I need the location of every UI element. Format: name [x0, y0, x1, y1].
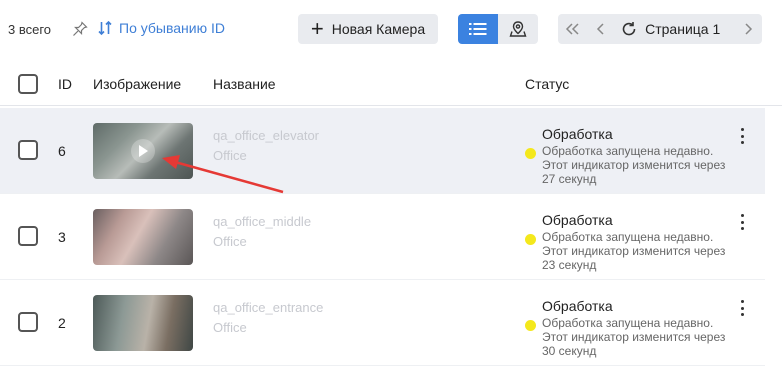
new-camera-label: Новая Камера	[331, 21, 426, 37]
status-title: Обработка	[542, 212, 613, 228]
camera-name[interactable]: qa_office_entrance	[213, 300, 323, 315]
row-id: 6	[58, 143, 66, 159]
map-view-button[interactable]	[498, 14, 538, 44]
list-view-icon	[469, 23, 487, 35]
status-title: Обработка	[542, 126, 613, 142]
status-description: Обработка запущена недавно. Этот индикат…	[542, 316, 726, 358]
camera-location: Office	[213, 320, 247, 335]
row-checkbox[interactable]	[18, 226, 38, 246]
kebab-menu-icon[interactable]	[733, 212, 751, 232]
column-name[interactable]: Название	[213, 76, 276, 92]
sort-control[interactable]: По убыванию ID	[97, 20, 225, 36]
next-page-button[interactable]	[733, 14, 762, 44]
row-id: 2	[58, 315, 66, 331]
status-indicator	[525, 234, 536, 245]
camera-location: Office	[213, 148, 247, 163]
pin-icon[interactable]	[72, 21, 88, 37]
select-all-checkbox[interactable]	[18, 74, 38, 94]
sort-arrows-icon	[98, 20, 112, 36]
camera-name[interactable]: qa_office_elevator	[213, 128, 319, 143]
page-indicator[interactable]: Страница 1	[621, 21, 733, 37]
status-indicator	[525, 148, 536, 159]
row-checkbox[interactable]	[18, 312, 38, 332]
pagination: Страница 1	[558, 14, 762, 44]
total-count: 3 всего	[8, 22, 52, 37]
list-view-button[interactable]	[458, 14, 498, 44]
new-camera-button[interactable]: + Новая Камера	[298, 14, 438, 44]
refresh-icon	[622, 22, 636, 36]
status-indicator	[525, 320, 536, 331]
plus-icon: +	[310, 16, 324, 41]
prev-page-button[interactable]	[587, 14, 616, 44]
camera-thumbnail[interactable]	[93, 123, 193, 179]
double-chevron-left-icon	[566, 23, 579, 35]
column-status[interactable]: Статус	[525, 76, 569, 92]
camera-thumbnail[interactable]	[93, 295, 193, 351]
play-icon	[139, 145, 148, 157]
first-page-button[interactable]	[558, 14, 587, 44]
kebab-menu-icon[interactable]	[733, 126, 751, 146]
map-marker-icon	[509, 21, 527, 37]
table-header: ID Изображение Название Статус	[0, 64, 782, 106]
chevron-right-icon	[745, 23, 752, 35]
kebab-menu-icon[interactable]	[733, 298, 751, 318]
column-id[interactable]: ID	[58, 76, 72, 92]
status-title: Обработка	[542, 298, 613, 314]
toolbar: 3 всего По убыванию ID + Новая Камера Ст…	[0, 0, 782, 56]
page-label: Страница 1	[645, 21, 721, 37]
table-row[interactable]: 6 qa_office_elevator Office Обработка Об…	[0, 108, 765, 194]
column-image: Изображение	[93, 76, 182, 92]
status-description: Обработка запущена недавно. Этот индикат…	[542, 230, 726, 272]
row-id: 3	[58, 229, 66, 245]
row-checkbox[interactable]	[18, 140, 38, 160]
table-row[interactable]: 3 qa_office_middle Office Обработка Обра…	[0, 194, 765, 280]
camera-location: Office	[213, 234, 247, 249]
camera-name[interactable]: qa_office_middle	[213, 214, 311, 229]
play-button[interactable]	[131, 139, 155, 163]
chevron-left-icon	[596, 23, 604, 35]
table-row[interactable]: 2 qa_office_entrance Office Обработка Об…	[0, 280, 765, 366]
camera-thumbnail[interactable]	[93, 209, 193, 265]
sort-label: По убыванию ID	[119, 20, 225, 36]
status-description: Обработка запущена недавно. Этот индикат…	[542, 144, 726, 186]
